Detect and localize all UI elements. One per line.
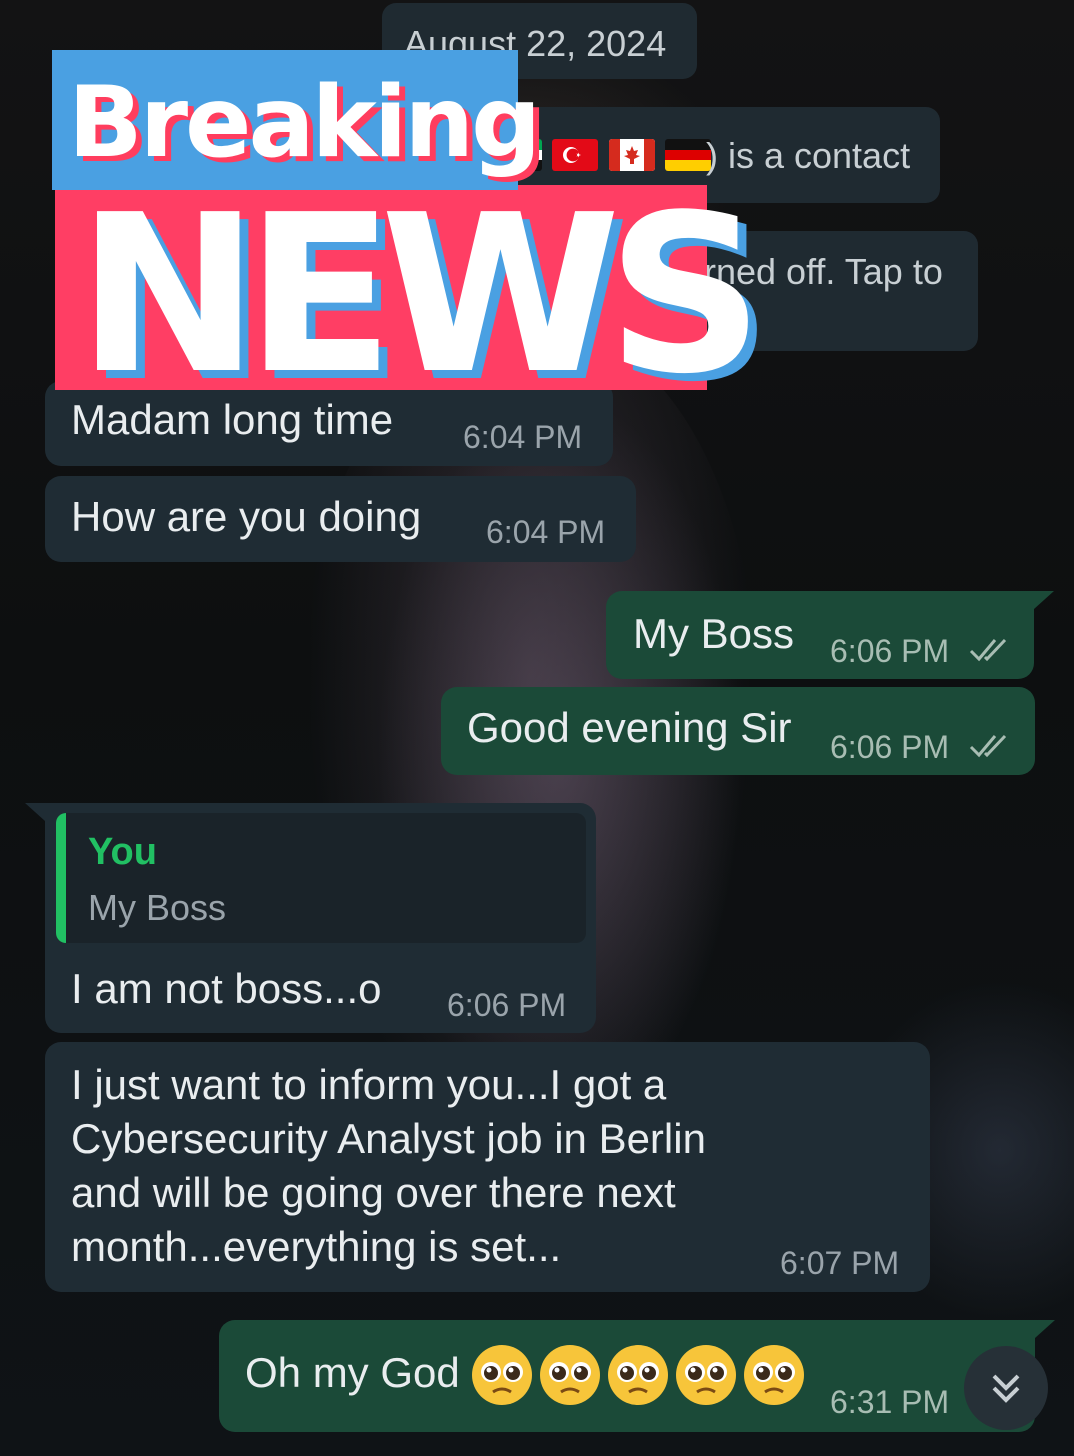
message-time: 6:06 PM <box>830 633 950 669</box>
flag-row <box>520 139 717 171</box>
news-label: NEWS <box>77 169 764 422</box>
pleading-face-icon <box>472 1345 532 1405</box>
message-line: Cybersecurity Analyst job in Berlin <box>71 1115 706 1162</box>
scroll-to-bottom-button[interactable] <box>964 1346 1048 1430</box>
bubble-tail <box>1035 1320 1055 1338</box>
double-chevron-down-icon <box>992 1374 1020 1403</box>
pleading-face-icon <box>676 1345 736 1405</box>
emoji-row <box>469 1342 809 1412</box>
message-time: 6:31 PM <box>830 1384 950 1420</box>
message-bubble-outgoing[interactable]: Oh my God 6:31 PM <box>219 1320 1035 1432</box>
quoted-message[interactable]: You My Boss <box>56 813 586 943</box>
quote-accent-bar <box>56 813 66 943</box>
quote-text: My Boss <box>88 887 227 928</box>
message-text: Oh my God <box>245 1349 460 1396</box>
message-time: 6:06 PM <box>447 987 567 1023</box>
message-time: 6:06 PM <box>830 729 950 765</box>
message-bubble-incoming[interactable]: How are you doing 6:04 PM <box>45 476 636 562</box>
message-text: My Boss <box>633 610 795 657</box>
pleading-face-icon <box>608 1345 668 1405</box>
canada-flag-icon <box>608 139 655 171</box>
breaking-news-banner-bottom: NEWS <box>55 169 764 422</box>
message-bubble-incoming[interactable]: I just want to inform you...I got a Cybe… <box>45 1042 930 1292</box>
message-line: month...everything is set... <box>71 1223 562 1270</box>
bubble-tail <box>25 803 45 821</box>
message-time: 6:04 PM <box>486 514 606 550</box>
message-text: Good evening Sir <box>467 704 792 751</box>
germany-flag-icon <box>665 139 712 171</box>
double-check-icon <box>969 734 1007 758</box>
message-line: and will be going over there next <box>71 1169 676 1216</box>
message-time: 6:04 PM <box>463 419 583 455</box>
double-check-icon <box>969 638 1007 662</box>
message-text: How are you doing <box>71 493 422 540</box>
breaking-label: Breaking <box>68 66 541 180</box>
breaking-news-banner-top: Breaking <box>52 50 541 190</box>
pleading-face-icon <box>744 1345 804 1405</box>
pleading-face-icon <box>540 1345 600 1405</box>
message-text: I am not boss...o <box>71 965 382 1012</box>
bubble-tail <box>1034 591 1054 609</box>
message-bubble-outgoing[interactable]: My Boss 6:06 PM <box>606 591 1034 679</box>
quote-author: You <box>88 831 157 873</box>
turkey-flag-icon <box>552 139 599 171</box>
message-bubble-outgoing[interactable]: Good evening Sir 6:06 PM <box>441 687 1035 775</box>
message-line: I just want to inform you...I got a <box>71 1061 667 1108</box>
message-time: 6:07 PM <box>780 1245 900 1281</box>
